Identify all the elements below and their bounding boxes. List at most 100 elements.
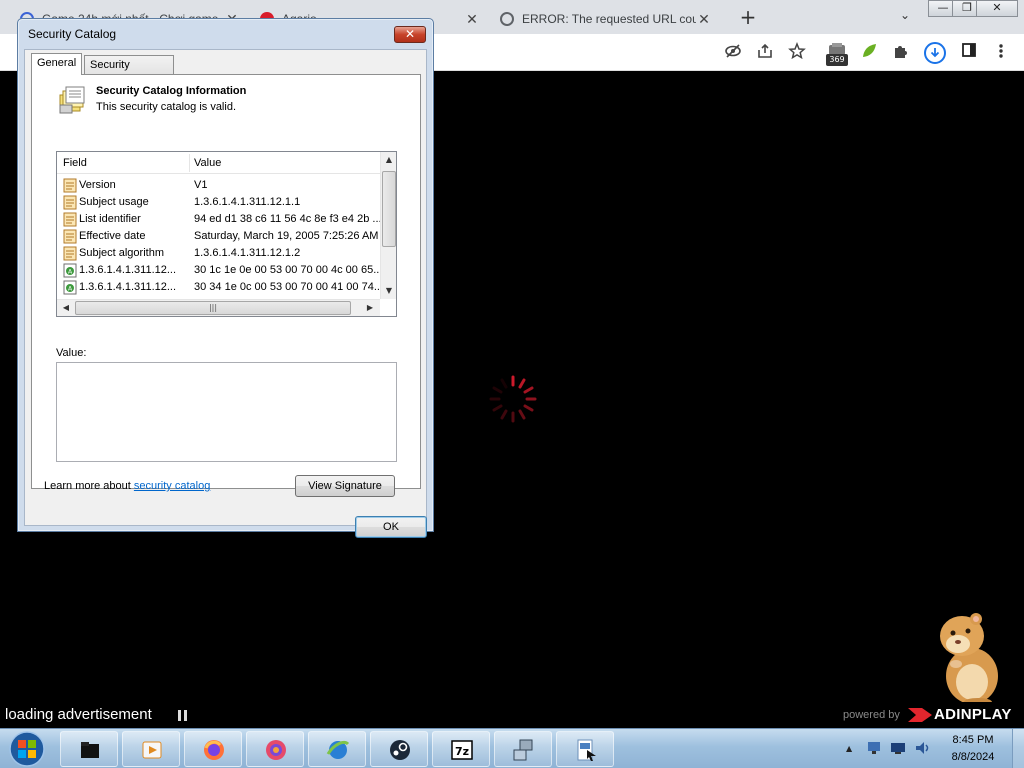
share-icon[interactable]: [754, 42, 776, 64]
view-signature-button[interactable]: View Signature: [295, 475, 395, 497]
taskbar-app-firefox[interactable]: [184, 731, 242, 767]
info-heading: Security Catalog Information: [96, 85, 247, 97]
steam-icon: [390, 740, 410, 760]
tab-close-icon[interactable]: ✕: [464, 11, 480, 28]
download-icon[interactable]: [924, 42, 946, 64]
column-header-field[interactable]: Field: [63, 157, 87, 169]
list-row-extension-2[interactable]: A 1.3.6.1.4.1.311.12... 30 34 1e 0c 00 5…: [57, 279, 380, 296]
scroll-right-arrow-icon[interactable]: ▶: [362, 300, 378, 316]
tray-overflow-icon[interactable]: ▲: [846, 744, 852, 753]
tab-search-button[interactable]: ⌄: [896, 8, 914, 26]
security-catalog-icon: [59, 86, 85, 114]
vertical-scrollbar[interactable]: ▲ ▼: [380, 152, 396, 299]
list-row-extension-1[interactable]: A 1.3.6.1.4.1.311.12... 30 1c 1e 0e 00 5…: [57, 262, 380, 279]
dialog-client-area: General Security Catalog Security Catalo…: [24, 49, 427, 538]
row-value: Saturday, March 19, 2005 7:25:26 AM: [194, 230, 379, 242]
taskbar-app-document[interactable]: [556, 731, 614, 767]
taskbar-app-7zip[interactable]: 7z: [432, 731, 490, 767]
tab-label: ERROR: The requested URL could: [522, 12, 696, 26]
document-icon: [63, 246, 77, 261]
security-catalog-dialog: Security Catalog ✕ General Security Cata…: [17, 18, 434, 538]
7zip-icon: 7z: [451, 740, 473, 760]
row-value: 30 1c 1e 0e 00 53 00 70 00 4c 00 65...: [194, 264, 380, 276]
monitor-tray-icon[interactable]: [890, 740, 906, 756]
clock-time[interactable]: 8:45 PM: [938, 734, 1008, 746]
vertical-scroll-thumb[interactable]: [382, 171, 396, 247]
scroll-up-arrow-icon[interactable]: ▲: [381, 152, 396, 168]
row-field: 1.3.6.1.4.1.311.12...: [79, 281, 177, 293]
row-field: Subject usage: [79, 196, 149, 208]
adinplay-brand[interactable]: ADINPLAY: [934, 706, 1012, 723]
taskbar-app-network[interactable]: [494, 731, 552, 767]
globe-icon: [500, 12, 514, 26]
document-icon: [63, 212, 77, 227]
horizontal-scrollbar[interactable]: ◀ ||| ▶: [57, 299, 380, 316]
row-field: Subject algorithm: [79, 247, 164, 259]
taskbar-app-steam[interactable]: [370, 731, 428, 767]
fields-list-view[interactable]: Field Value Version V1 Subject usage 1.3…: [56, 151, 397, 317]
eye-slash-icon[interactable]: [722, 42, 744, 64]
leaf-extension-icon[interactable]: [858, 42, 880, 64]
value-label: Value:: [56, 347, 87, 359]
security-catalog-link[interactable]: security catalog: [134, 480, 210, 492]
network-icon: [513, 739, 533, 761]
menu-icon[interactable]: [990, 42, 1012, 64]
list-row-version[interactable]: Version V1: [57, 177, 380, 194]
firefox-icon: [204, 740, 224, 760]
volume-tray-icon[interactable]: [914, 740, 930, 756]
list-row-effective-date[interactable]: Effective date Saturday, March 19, 2005 …: [57, 228, 380, 245]
extension-icon: A: [63, 263, 77, 278]
column-header-value[interactable]: Value: [194, 157, 221, 169]
row-value: 1.3.6.1.4.1.311.12.1.1: [194, 196, 301, 208]
svg-text:7z: 7z: [455, 745, 469, 758]
document-icon: [577, 739, 596, 761]
general-tab-panel: Security Catalog Information This securi…: [31, 74, 421, 497]
window-close-button[interactable]: ✕: [976, 0, 1018, 17]
info-status-text: This security catalog is valid.: [96, 101, 236, 113]
taskbar-app-browser[interactable]: [246, 731, 304, 767]
show-desktop-button[interactable]: [1012, 729, 1024, 768]
tab-security-catalog[interactable]: Security Catalog: [84, 55, 174, 89]
row-field: Version: [79, 179, 116, 191]
pause-icon[interactable]: [178, 710, 188, 721]
ad-loading-text: loading advertisement: [5, 706, 152, 723]
row-value: 30 34 1e 0c 00 53 00 70 00 41 00 74...: [194, 281, 380, 293]
taskbar-app-internet-explorer[interactable]: [308, 731, 366, 767]
taskbar-app-folder[interactable]: [60, 731, 118, 767]
browser-tab-error[interactable]: ERROR: The requested URL could ✕: [490, 4, 722, 34]
hamster-mascot-image: [940, 613, 998, 706]
start-button-icon[interactable]: [6, 730, 48, 768]
folder-icon: [81, 742, 99, 758]
ok-button[interactable]: OK: [355, 516, 427, 538]
scroll-down-arrow-icon[interactable]: ▼: [381, 283, 396, 299]
tab-close-icon[interactable]: ✕: [696, 11, 712, 28]
extension-badge: 369: [826, 54, 848, 66]
browser-icon: [266, 740, 286, 760]
value-text-area[interactable]: [56, 362, 397, 462]
tab-general[interactable]: General: [31, 53, 83, 75]
loading-spinner-icon: [489, 375, 537, 423]
taskbar-app-media-player[interactable]: [122, 731, 180, 767]
adinplay-logo-icon[interactable]: [908, 708, 932, 722]
star-icon[interactable]: [786, 41, 808, 64]
learn-more-text: Learn more about security catalog: [44, 480, 210, 492]
new-tab-button[interactable]: +: [736, 6, 760, 30]
list-row-subject-usage[interactable]: Subject usage 1.3.6.1.4.1.311.12.1.1: [57, 194, 380, 211]
row-value: 94 ed d1 38 c6 11 56 4c 8e f3 e4 2b ...: [194, 213, 380, 225]
document-icon: [63, 195, 77, 210]
list-header: Field Value: [57, 152, 380, 174]
column-divider[interactable]: [189, 154, 190, 172]
dialog-close-button[interactable]: ✕: [394, 26, 426, 43]
side-panel-icon[interactable]: [958, 42, 980, 64]
horizontal-scroll-thumb[interactable]: |||: [75, 301, 351, 315]
puzzle-icon[interactable]: [890, 42, 912, 64]
powered-by-text: powered by: [843, 709, 900, 721]
document-icon: [63, 229, 77, 244]
network-tray-icon[interactable]: [866, 740, 882, 756]
scroll-left-arrow-icon[interactable]: ◀: [58, 300, 74, 316]
ad-strip: loading advertisement powered by ADINPLA…: [0, 702, 1024, 728]
list-row-subject-algorithm[interactable]: Subject algorithm 1.3.6.1.4.1.311.12.1.2: [57, 245, 380, 262]
list-row-list-identifier[interactable]: List identifier 94 ed d1 38 c6 11 56 4c …: [57, 211, 380, 228]
clock-date[interactable]: 8/8/2024: [938, 751, 1008, 763]
ie-icon: [326, 740, 350, 759]
